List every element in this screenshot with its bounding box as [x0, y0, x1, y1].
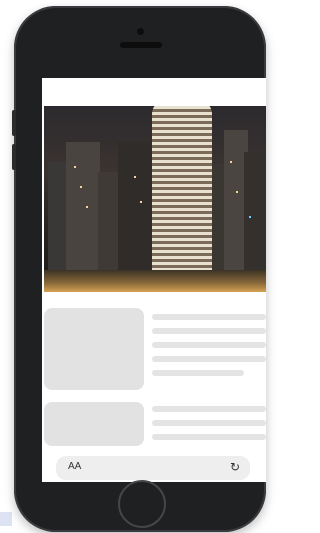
placeholder-text-line [152, 420, 266, 426]
home-button[interactable] [118, 480, 166, 528]
front-camera [137, 28, 144, 35]
screen: AA ↻ [42, 78, 266, 482]
earpiece-speaker [120, 42, 162, 48]
hero-image [44, 106, 266, 292]
placeholder-text-line [152, 356, 266, 362]
placeholder-card-1-thumbnail [44, 308, 144, 390]
central-tower [152, 106, 212, 272]
placeholder-text-line [152, 314, 266, 320]
placeholder-text-line [152, 434, 266, 440]
placeholder-text-line [152, 328, 266, 334]
lit-window [140, 201, 142, 203]
volume-down-button [12, 144, 16, 170]
text-size-button[interactable]: AA [68, 461, 81, 472]
lit-window [230, 161, 232, 163]
lit-window [80, 186, 82, 188]
lit-window [236, 191, 238, 193]
placeholder-text-line [152, 406, 266, 412]
volume-up-button [12, 110, 16, 136]
lit-window [86, 206, 88, 208]
reload-icon[interactable]: ↻ [230, 460, 240, 474]
placeholder-text-line [152, 342, 266, 348]
placeholder-card-2-thumbnail [44, 402, 144, 446]
placeholder-text-line [152, 370, 244, 376]
lit-window [134, 176, 136, 178]
browser-toolbar: AA ↻ [56, 456, 250, 480]
phone-frame: AA ↻ [12, 6, 266, 532]
lit-window [249, 216, 251, 218]
street-lights [44, 270, 266, 292]
lit-window [74, 166, 76, 168]
background-accent [0, 512, 12, 526]
